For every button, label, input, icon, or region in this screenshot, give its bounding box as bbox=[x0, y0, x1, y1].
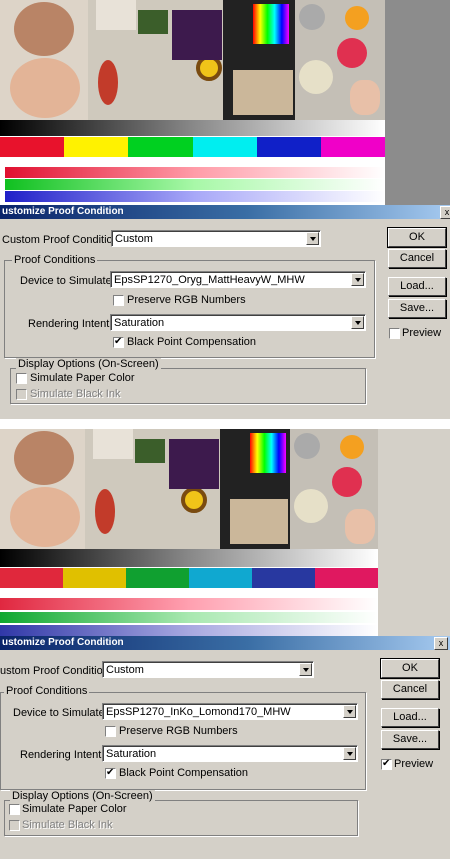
black-ink-checkbox[interactable] bbox=[16, 389, 27, 400]
color-bars bbox=[0, 137, 385, 157]
cd-photo bbox=[290, 429, 378, 549]
green-ramp bbox=[5, 179, 385, 190]
paper-color-checkbox[interactable] bbox=[16, 373, 27, 384]
baby-photo bbox=[0, 429, 85, 549]
chevron-down-icon bbox=[299, 663, 312, 676]
gray-gradient bbox=[0, 549, 378, 567]
ok-button[interactable]: OK bbox=[380, 658, 440, 679]
paper-color-checkbox[interactable] bbox=[9, 804, 20, 815]
black-point-label: Black Point Compensation bbox=[119, 767, 249, 779]
preserve-rgb-checkbox[interactable] bbox=[113, 295, 124, 306]
save-button[interactable]: Save... bbox=[381, 730, 439, 749]
test-chart bbox=[223, 0, 295, 120]
black-ink-label: Simulate Black Ink bbox=[22, 819, 113, 831]
chevron-down-icon bbox=[351, 273, 364, 286]
paper-color-label: Simulate Paper Color bbox=[22, 803, 127, 815]
dialog-title-bar[interactable]: ustomize Proof Condition bbox=[0, 205, 450, 219]
custom-proof-label: ustom Proof Condition: bbox=[0, 665, 112, 677]
proof-conditions-title: Proof Conditions bbox=[12, 254, 98, 266]
proof-dialog-2: ustom Proof Condition: Custom Proof Cond… bbox=[0, 650, 450, 859]
rendering-intent-label: Rendering Intent: bbox=[28, 318, 113, 330]
cd-photo bbox=[295, 0, 385, 120]
rendering-intent-value: Saturation bbox=[106, 748, 157, 760]
chevron-down-icon bbox=[343, 747, 356, 760]
baby-face-1 bbox=[14, 431, 74, 485]
blue-ramp bbox=[5, 191, 385, 202]
still-life-photo bbox=[88, 0, 223, 120]
preview-label: Preview bbox=[402, 327, 442, 339]
black-point-checkbox[interactable] bbox=[113, 336, 124, 348]
preview-label: Preview bbox=[394, 758, 434, 770]
device-value: EpsSP1270_InKo_Lomond170_MHW bbox=[106, 706, 291, 718]
dialog-title-bar[interactable]: ustomize Proof Condition bbox=[0, 636, 450, 650]
red-ramp bbox=[5, 167, 385, 178]
load-button[interactable]: Load... bbox=[381, 708, 439, 727]
green-ramp bbox=[0, 612, 378, 623]
chevron-down-icon bbox=[306, 232, 319, 245]
device-label: Device to Simulate: bbox=[20, 275, 115, 287]
cancel-button[interactable]: Cancel bbox=[381, 680, 439, 699]
custom-proof-label: Custom Proof Condition: bbox=[2, 234, 122, 246]
blue-ramp bbox=[0, 625, 378, 636]
rendering-intent-select[interactable]: Saturation bbox=[110, 314, 366, 331]
preserve-rgb-checkbox[interactable] bbox=[105, 726, 116, 737]
chevron-down-icon bbox=[343, 705, 356, 718]
test-chart bbox=[220, 429, 290, 549]
ok-button[interactable]: OK bbox=[387, 227, 447, 248]
scrollbar-top[interactable] bbox=[385, 0, 450, 205]
custom-proof-value: Custom bbox=[106, 664, 144, 676]
red-ramp bbox=[0, 598, 378, 610]
baby-photo bbox=[0, 0, 88, 120]
close-button[interactable]: x bbox=[434, 637, 448, 650]
baby-face-2 bbox=[10, 487, 80, 547]
black-point-checkbox[interactable] bbox=[105, 767, 116, 779]
color-bars bbox=[0, 568, 378, 588]
dialog-title: ustomize Proof Condition bbox=[2, 206, 124, 217]
black-ink-label: Simulate Black Ink bbox=[30, 388, 121, 400]
scrollbar-bottom[interactable] bbox=[378, 429, 450, 636]
custom-proof-select[interactable]: Custom bbox=[111, 230, 321, 247]
proof-dialog-1: Custom Proof Condition: Custom Proof Con… bbox=[0, 219, 450, 419]
paper-color-label: Simulate Paper Color bbox=[30, 372, 135, 384]
display-options-title: Display Options (On-Screen) bbox=[16, 358, 161, 370]
device-label: Device to Simulate: bbox=[13, 707, 108, 719]
rendering-intent-select[interactable]: Saturation bbox=[102, 745, 358, 762]
display-options-title: Display Options (On-Screen) bbox=[10, 790, 155, 802]
device-value: EpsSP1270_Oryg_MattHeavyW_MHW bbox=[114, 274, 305, 286]
black-point-label: Black Point Compensation bbox=[127, 336, 257, 348]
baby-face-2 bbox=[10, 58, 80, 118]
close-icon: x bbox=[444, 207, 450, 217]
baby-face-1 bbox=[14, 2, 74, 56]
preserve-rgb-label: Preserve RGB Numbers bbox=[119, 725, 238, 737]
rendering-intent-label: Rendering Intent: bbox=[20, 749, 105, 761]
dialog-title: ustomize Proof Condition bbox=[2, 637, 124, 648]
preview-checkbox[interactable] bbox=[381, 758, 392, 770]
load-button[interactable]: Load... bbox=[388, 277, 446, 296]
proof-conditions-title: Proof Conditions bbox=[4, 685, 90, 697]
rendering-intent-value: Saturation bbox=[114, 317, 165, 329]
close-button[interactable]: x bbox=[440, 206, 450, 219]
cancel-button[interactable]: Cancel bbox=[388, 249, 446, 268]
save-button[interactable]: Save... bbox=[388, 299, 446, 318]
close-icon: x bbox=[438, 638, 444, 648]
gray-gradient bbox=[0, 120, 385, 136]
custom-proof-value: Custom bbox=[115, 233, 153, 245]
device-select[interactable]: EpsSP1270_Oryg_MattHeavyW_MHW bbox=[110, 271, 366, 288]
preview-checkbox[interactable] bbox=[389, 328, 400, 339]
device-select[interactable]: EpsSP1270_InKo_Lomond170_MHW bbox=[102, 703, 358, 720]
separator bbox=[0, 419, 450, 429]
test-image-bottom bbox=[0, 429, 378, 636]
black-ink-checkbox[interactable] bbox=[9, 820, 20, 831]
still-life-photo bbox=[85, 429, 220, 549]
chevron-down-icon bbox=[351, 316, 364, 329]
test-image-top bbox=[0, 0, 385, 205]
preserve-rgb-label: Preserve RGB Numbers bbox=[127, 294, 246, 306]
custom-proof-select[interactable]: Custom bbox=[102, 661, 314, 678]
